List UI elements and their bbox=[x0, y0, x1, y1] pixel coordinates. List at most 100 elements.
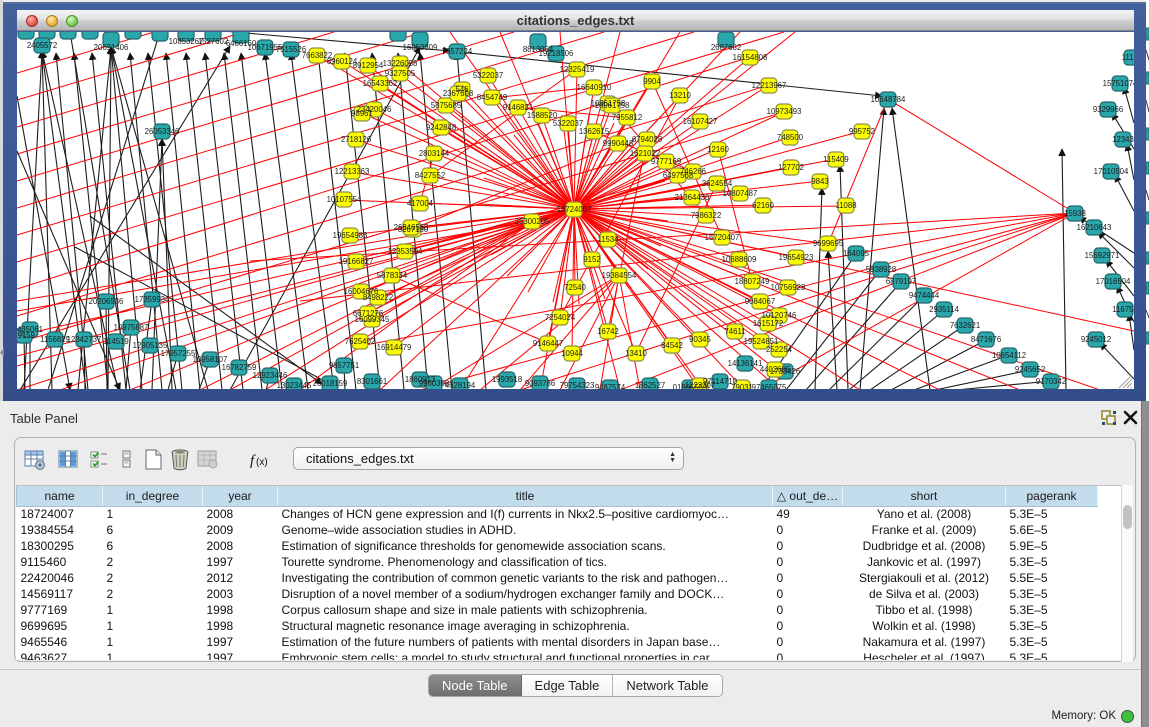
svg-text:6794028: 6794028 bbox=[632, 135, 662, 144]
svg-text:26846563: 26846563 bbox=[394, 223, 429, 232]
svg-text:8427552: 8427552 bbox=[415, 171, 445, 180]
svg-text:25300205: 25300205 bbox=[515, 217, 550, 226]
svg-text:8454749: 8454749 bbox=[477, 93, 507, 102]
svg-text:16782759: 16782759 bbox=[222, 363, 257, 372]
svg-text:17016504: 17016504 bbox=[1096, 277, 1131, 286]
svg-text:16640910: 16640910 bbox=[577, 83, 612, 92]
svg-text:6671276: 6671276 bbox=[353, 309, 383, 318]
svg-text:5938928: 5938928 bbox=[866, 265, 896, 274]
svg-text:98961: 98961 bbox=[351, 109, 373, 118]
svg-text:435061: 435061 bbox=[17, 325, 43, 334]
svg-text:1156829: 1156829 bbox=[40, 335, 70, 344]
svg-text:5322037: 5322037 bbox=[473, 71, 503, 80]
svg-text:20691406: 20691406 bbox=[94, 43, 129, 52]
svg-text:2405572: 2405572 bbox=[27, 41, 57, 50]
svg-text:9843: 9843 bbox=[811, 177, 828, 186]
svg-text:1223307: 1223307 bbox=[685, 381, 715, 389]
svg-text:15751074: 15751074 bbox=[1103, 79, 1134, 88]
svg-text:17957255: 17957255 bbox=[161, 349, 196, 358]
svg-text:1362615: 1362615 bbox=[579, 127, 610, 136]
svg-text:11534: 11534 bbox=[597, 235, 619, 244]
svg-text:13226058: 13226058 bbox=[383, 59, 418, 68]
svg-text:1862527: 1862527 bbox=[635, 381, 665, 389]
svg-text:14136141: 14136141 bbox=[728, 359, 763, 368]
svg-text:16053809: 16053809 bbox=[403, 43, 438, 52]
svg-text:19166827: 19166827 bbox=[339, 257, 374, 266]
svg-text:16914479: 16914479 bbox=[377, 343, 412, 352]
svg-text:8301661: 8301661 bbox=[357, 377, 387, 386]
svg-text:15692971: 15692971 bbox=[1085, 251, 1120, 260]
svg-text:16961758: 16961758 bbox=[595, 101, 630, 110]
svg-text:12213363: 12213363 bbox=[335, 167, 370, 176]
svg-text:3624554: 3624554 bbox=[702, 179, 733, 188]
svg-text:15720407: 15720407 bbox=[705, 233, 740, 242]
svg-text:10944: 10944 bbox=[561, 349, 583, 358]
svg-text:9857751: 9857751 bbox=[329, 361, 359, 370]
svg-text:10654112: 10654112 bbox=[992, 351, 1026, 360]
svg-text:79031: 79031 bbox=[731, 383, 753, 389]
svg-text:10107554: 10107554 bbox=[327, 195, 362, 204]
svg-text:9329966: 9329966 bbox=[1093, 105, 1123, 114]
svg-text:97465075: 97465075 bbox=[752, 383, 787, 389]
svg-text:12160: 12160 bbox=[707, 145, 729, 154]
svg-text:9242848: 9242848 bbox=[426, 123, 456, 132]
svg-text:7254024: 7254024 bbox=[545, 313, 576, 322]
svg-text:13410: 13410 bbox=[625, 349, 647, 358]
svg-text:9487574: 9487574 bbox=[595, 383, 626, 389]
svg-text:72540: 72540 bbox=[564, 283, 586, 292]
svg-text:19384554: 19384554 bbox=[602, 271, 637, 280]
svg-text:10756928: 10756928 bbox=[771, 283, 806, 292]
svg-text:7986322: 7986322 bbox=[691, 211, 721, 220]
svg-text:19218506: 19218506 bbox=[539, 49, 574, 58]
svg-text:18807249: 18807249 bbox=[735, 277, 770, 286]
svg-text:10975887: 10975887 bbox=[114, 323, 149, 332]
svg-text:115409: 115409 bbox=[823, 155, 848, 164]
svg-text:21364436: 21364436 bbox=[675, 193, 710, 202]
svg-text:15938: 15938 bbox=[1064, 209, 1086, 218]
svg-text:10648784: 10648784 bbox=[871, 95, 906, 104]
svg-text:12213967: 12213967 bbox=[752, 81, 787, 90]
svg-text:12923446: 12923446 bbox=[253, 371, 288, 380]
svg-text:90345: 90345 bbox=[689, 335, 711, 344]
svg-text:17010504: 17010504 bbox=[1094, 167, 1129, 176]
svg-text:8912954: 8912954 bbox=[353, 61, 384, 70]
svg-text:79754323: 79754323 bbox=[560, 381, 595, 389]
svg-text:9245652: 9245652 bbox=[1015, 365, 1045, 374]
svg-text:8471676: 8471676 bbox=[971, 335, 1001, 344]
svg-text:74611: 74611 bbox=[724, 327, 745, 336]
svg-text:7632621: 7632621 bbox=[950, 321, 980, 330]
svg-text:2935114: 2935114 bbox=[929, 305, 959, 314]
svg-text:9084067: 9084067 bbox=[745, 297, 775, 306]
svg-text:9170342: 9170342 bbox=[1036, 377, 1066, 386]
svg-text:26053346: 26053346 bbox=[145, 127, 180, 136]
svg-text:10973493: 10973493 bbox=[767, 107, 802, 116]
svg-text:9152: 9152 bbox=[583, 255, 600, 264]
svg-text:17359934: 17359934 bbox=[135, 295, 170, 304]
svg-text:9146447: 9146447 bbox=[533, 339, 563, 348]
svg-text:12325419: 12325419 bbox=[560, 65, 595, 74]
svg-text:2803144: 2803144 bbox=[419, 149, 450, 158]
svg-text:9699695: 9699695 bbox=[813, 239, 844, 248]
svg-text:116753: 116753 bbox=[1112, 305, 1134, 314]
svg-text:1615172: 1615172 bbox=[753, 319, 783, 328]
svg-text:114519: 114519 bbox=[103, 337, 128, 346]
svg-text:417004: 417004 bbox=[407, 199, 434, 208]
svg-text:84542: 84542 bbox=[661, 341, 683, 350]
svg-text:19654923: 19654923 bbox=[779, 253, 814, 262]
svg-text:11088: 11088 bbox=[835, 201, 856, 210]
svg-text:2367608: 2367608 bbox=[443, 89, 473, 98]
svg-text:9777169: 9777169 bbox=[651, 157, 681, 166]
svg-text:9990448: 9990448 bbox=[603, 139, 633, 148]
svg-text:16543362: 16543362 bbox=[363, 79, 398, 88]
svg-text:748500: 748500 bbox=[777, 133, 804, 142]
svg-text:8498222: 8498222 bbox=[363, 293, 393, 302]
svg-text:2718126: 2718126 bbox=[341, 135, 371, 144]
svg-text:9474444: 9474444 bbox=[909, 291, 940, 300]
svg-text:5875685: 5875685 bbox=[431, 101, 462, 110]
svg-text:7625402: 7625402 bbox=[345, 337, 375, 346]
svg-text:9093786: 9093786 bbox=[525, 379, 555, 388]
svg-text:6879197: 6879197 bbox=[886, 277, 916, 286]
svg-text:16210643: 16210643 bbox=[1077, 223, 1112, 232]
svg-text:12343: 12343 bbox=[1112, 135, 1134, 144]
svg-text:164095: 164095 bbox=[843, 249, 870, 258]
